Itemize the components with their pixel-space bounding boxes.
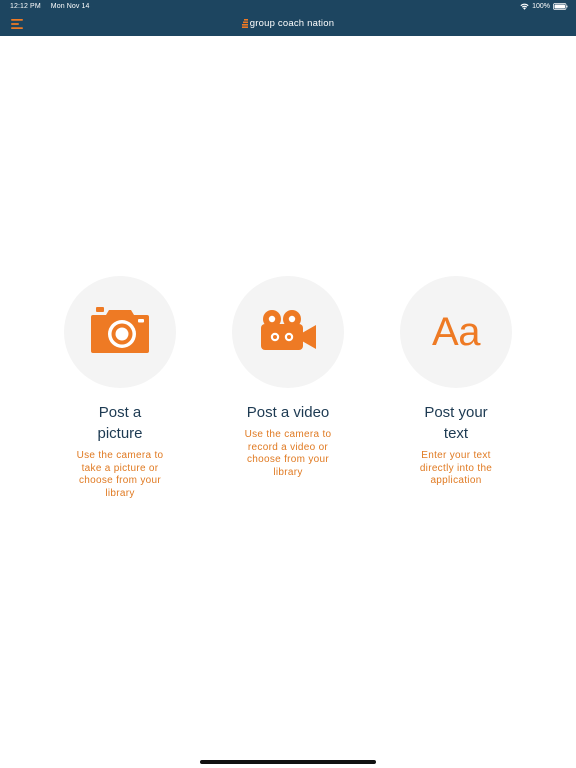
post-picture-icon-circle[interactable] [64, 276, 176, 388]
post-text-title: Post your text [424, 404, 488, 442]
status-date: Mon Nov 14 [50, 3, 90, 10]
battery-icon [553, 3, 568, 10]
top-bar: 12:12 PM Mon Nov 14 100% group coach nat… [0, 0, 576, 36]
post-text-icon-circle[interactable]: Aa [400, 276, 512, 388]
post-picture-description: Use the camera to take a picture or choo… [76, 450, 164, 499]
post-picture-title: Post a picture [97, 404, 143, 442]
brand-name: group coach nation [249, 18, 335, 29]
video-camera-icon [259, 309, 317, 356]
post-video-description: Use the camera to record a video or choo… [244, 429, 332, 478]
post-text-description: Enter your text directly into the applic… [419, 450, 493, 486]
battery-percent: 100% [532, 3, 550, 10]
post-video-icon-circle[interactable] [232, 276, 344, 388]
status-bar-right: 100% [520, 3, 568, 10]
post-text-option[interactable]: Aa Post your text Enter your text direct… [381, 276, 531, 488]
brand-logo-icon [241, 18, 248, 28]
text-icon: Aa [432, 309, 480, 354]
status-bar-left: 12:12 PM Mon Nov 14 [10, 3, 90, 10]
brand-header: group coach nation [0, 18, 576, 29]
post-video-option[interactable]: Post a video Use the camera to record a … [213, 276, 363, 479]
post-video-title: Post a video [246, 404, 330, 421]
home-indicator[interactable] [200, 760, 376, 764]
camera-icon [91, 306, 149, 358]
wifi-icon [520, 3, 529, 10]
status-time: 12:12 PM [10, 3, 41, 10]
post-picture-option[interactable]: Post a picture Use the camera to take a … [45, 276, 195, 500]
